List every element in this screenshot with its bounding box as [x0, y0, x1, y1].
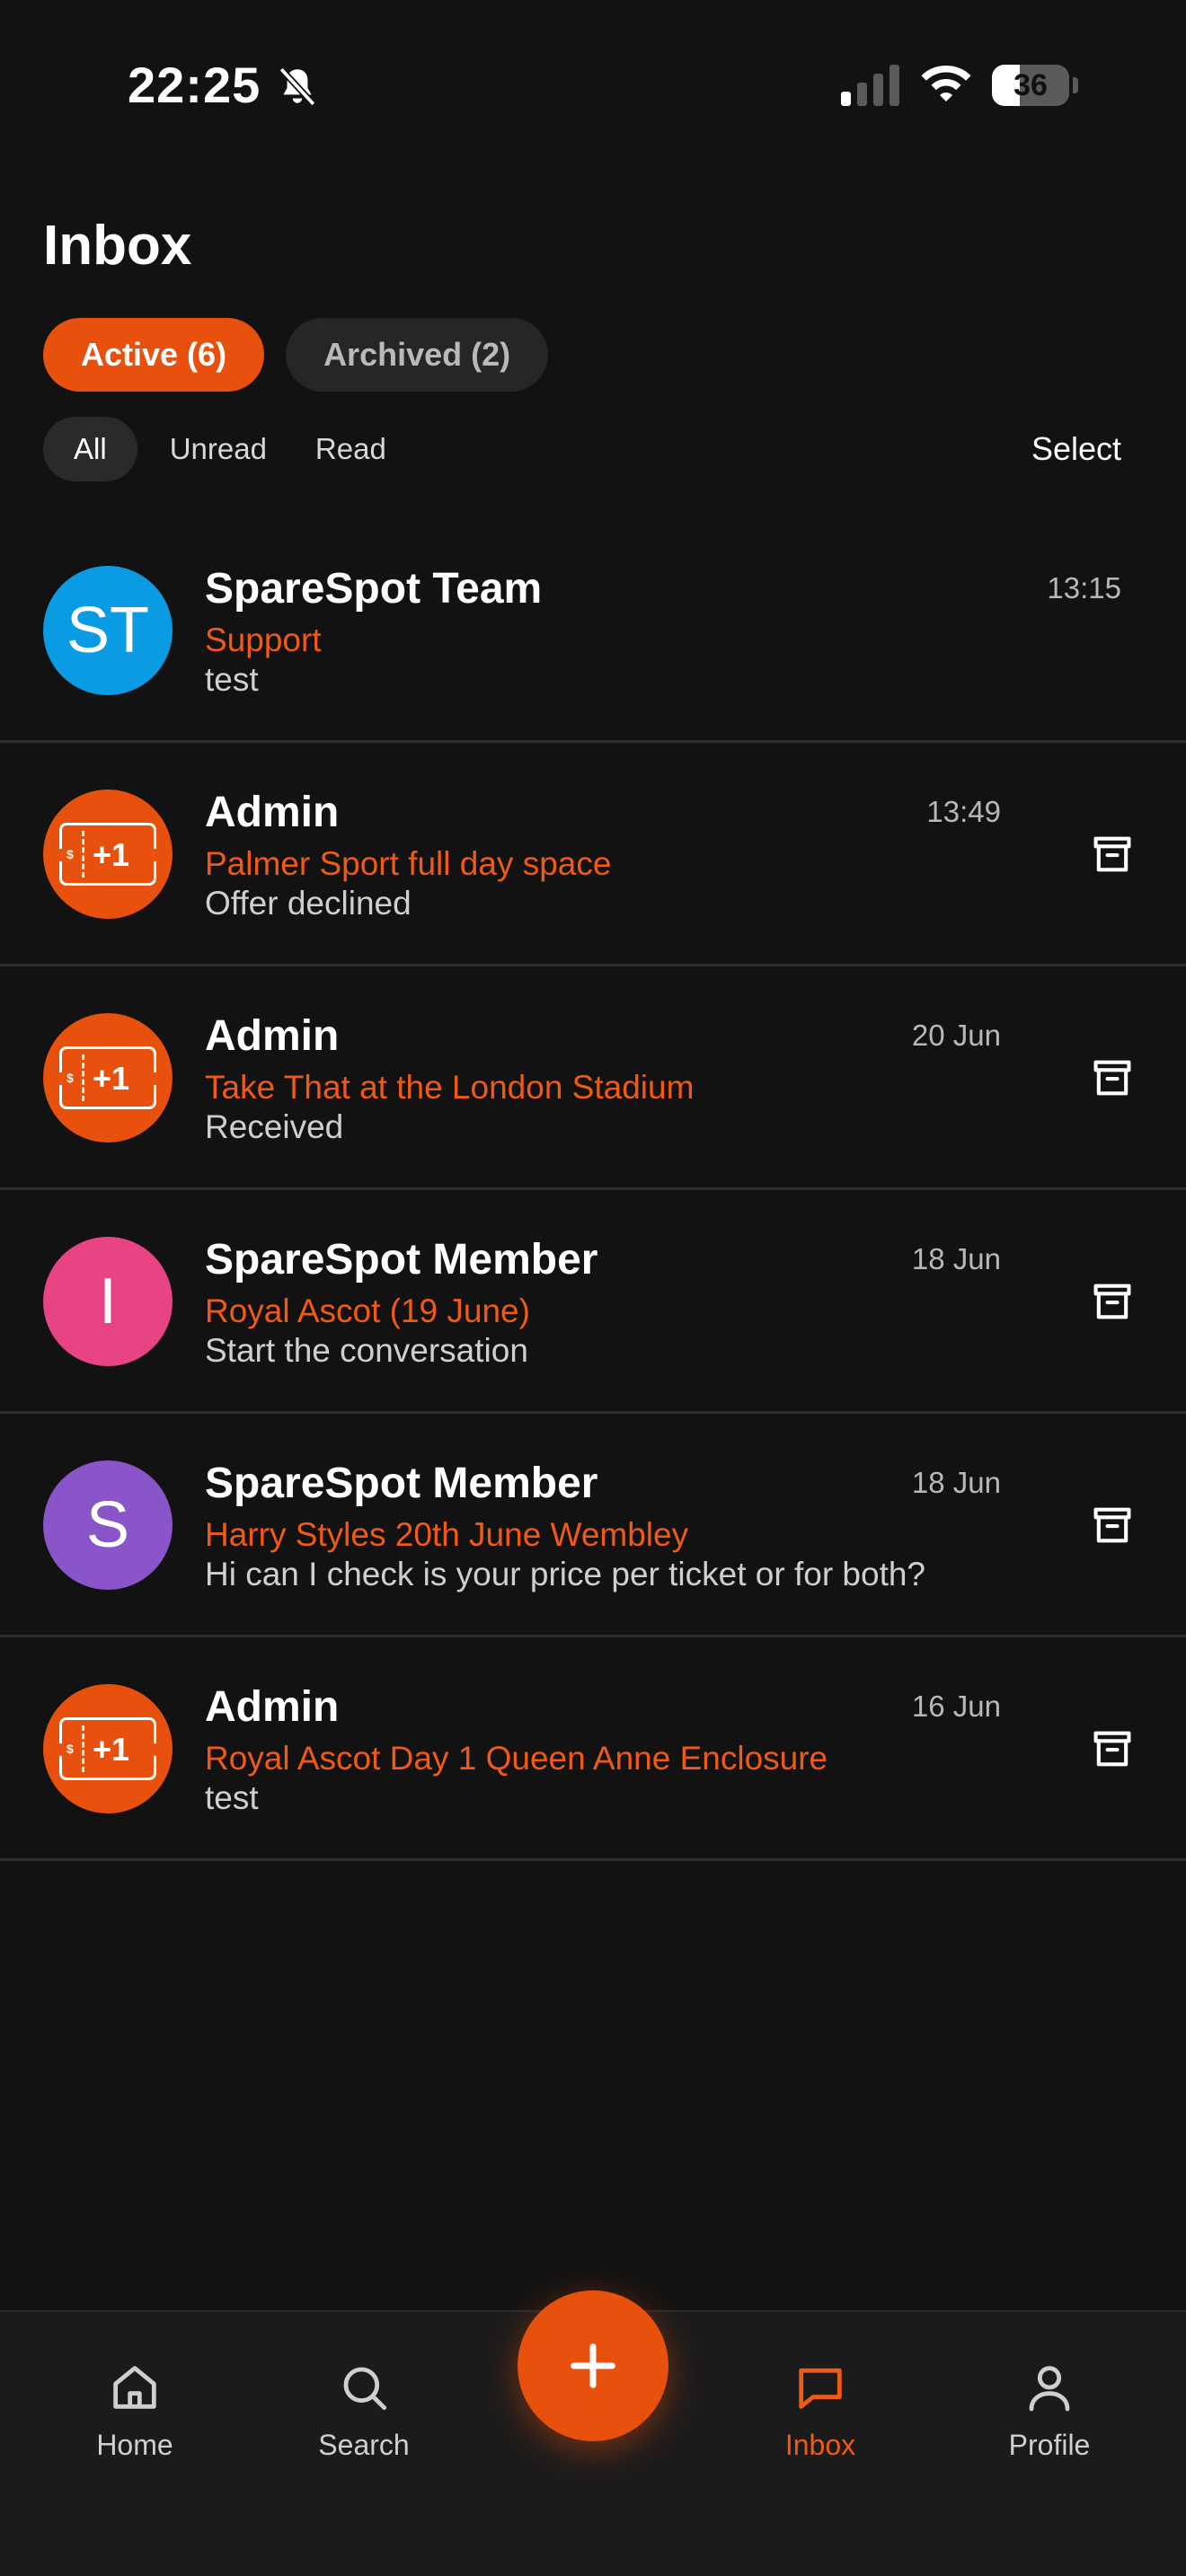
avatar: $ +1	[43, 790, 173, 919]
chat-icon	[799, 2368, 842, 2409]
ticket-icon: $ +1	[54, 1717, 162, 1780]
archive-icon[interactable]	[1089, 1278, 1136, 1325]
archive-icon[interactable]	[1089, 1502, 1136, 1548]
select-button[interactable]: Select	[1031, 417, 1121, 481]
read-filter: All Unread Read	[43, 417, 403, 481]
battery-level: 36	[1013, 68, 1048, 102]
conversation-name: Admin	[205, 1683, 340, 1731]
conversation-topic: Royal Ascot (19 June)	[205, 1292, 530, 1329]
ticket-icon: $ +1	[54, 1046, 162, 1109]
battery-icon: 36	[992, 65, 1078, 106]
conversation-row[interactable]: I SpareSpot Member Royal Ascot (19 June) St…	[0, 1190, 1186, 1414]
conversation-row[interactable]: $ +1 Admin Royal Ascot Day 1 Queen Anne Enc…	[0, 1637, 1186, 1861]
archive-icon[interactable]	[1089, 1725, 1136, 1772]
nav-profile[interactable]: Profile	[960, 2359, 1139, 2462]
conversation-preview: Start the conversation	[205, 1332, 528, 1369]
conversation-preview: Received	[205, 1108, 344, 1145]
avatar-initials: ST	[66, 595, 149, 666]
profile-icon	[1029, 2366, 1070, 2412]
tab-archived[interactable]: Archived (2)	[286, 318, 549, 392]
status-bar: 22:25 36	[0, 0, 1186, 171]
conversation-topic: Support	[205, 622, 322, 658]
new-listing-button[interactable]	[518, 2290, 668, 2441]
plus-icon	[571, 2343, 615, 2388]
conversation-row[interactable]: $ +1 Admin Palmer Sport full day space Offer…	[0, 743, 1186, 966]
conversation-time: 18 Jun	[911, 1242, 1001, 1275]
conversation-list: ST SpareSpot Team Support test 13:15 $ +1 Admin…	[0, 519, 1186, 1861]
conversation-topic: Take That at the London Stadium	[205, 1069, 695, 1106]
avatar: $ +1	[43, 1013, 173, 1142]
conversation-preview: Hi can I check is your price per ticket …	[205, 1556, 926, 1592]
nav-profile-label: Profile	[1008, 2429, 1091, 2461]
signal-icon	[841, 65, 899, 106]
conversation-time: 16 Jun	[911, 1689, 1001, 1723]
tab-active[interactable]: Active (6)	[43, 318, 265, 392]
conversation-topic: Palmer Sport full day space	[205, 845, 612, 882]
avatar: I	[43, 1237, 173, 1366]
bell-slash-icon	[279, 66, 316, 107]
conversation-row[interactable]: ST SpareSpot Team Support test 13:15	[0, 519, 1186, 743]
ticket-icon: $ +1	[54, 823, 162, 886]
conversation-name: SpareSpot Member	[205, 1460, 598, 1507]
wifi-icon	[921, 66, 971, 101]
archive-icon[interactable]	[1089, 831, 1136, 878]
conversation-row[interactable]: S SpareSpot Member Harry Styles 20th June …	[0, 1414, 1186, 1637]
filter-read[interactable]: Read	[299, 417, 403, 481]
search-icon	[343, 2367, 387, 2411]
archive-icon[interactable]	[1089, 1054, 1136, 1101]
nav-search-label: Search	[318, 2429, 410, 2461]
avatar-initials: I	[98, 1266, 117, 1337]
conversation-preview: test	[205, 661, 259, 698]
conversation-preview: test	[205, 1779, 259, 1816]
conversation-time: 13:49	[926, 795, 1001, 828]
conversation-preview: Offer declined	[205, 885, 412, 922]
conversation-time: 20 Jun	[911, 1019, 1001, 1052]
conversation-name: Admin	[205, 789, 340, 836]
avatar: $ +1	[43, 1684, 173, 1813]
conversation-topic: Royal Ascot Day 1 Queen Anne Enclosure	[205, 1740, 828, 1777]
nav-inbox[interactable]: Inbox	[730, 2359, 910, 2462]
nav-search[interactable]: Search	[274, 2359, 454, 2462]
conversation-name: Admin	[205, 1012, 340, 1060]
nav-home[interactable]: Home	[45, 2359, 225, 2462]
conversation-time: 18 Jun	[911, 1466, 1001, 1499]
nav-inbox-label: Inbox	[784, 2429, 856, 2461]
conversation-name: SpareSpot Team	[205, 565, 543, 613]
avatar: S	[43, 1460, 173, 1590]
avatar-initials: S	[85, 1489, 130, 1561]
status-time: 22:25	[128, 57, 261, 113]
home-icon	[113, 2366, 156, 2409]
page-title: Inbox	[43, 215, 192, 277]
filter-all[interactable]: All	[43, 417, 137, 481]
nav-home-label: Home	[96, 2429, 173, 2461]
inbox-tabs: Active (6) Archived (2)	[43, 318, 549, 392]
filter-unread[interactable]: Unread	[154, 417, 283, 481]
conversation-topic: Harry Styles 20th June Wembley	[205, 1516, 689, 1553]
avatar: ST	[43, 566, 173, 695]
conversation-time: 13:15	[1047, 571, 1121, 604]
conversation-row[interactable]: $ +1 Admin Take That at the London Stadium R…	[0, 966, 1186, 1190]
conversation-name: SpareSpot Member	[205, 1236, 598, 1284]
